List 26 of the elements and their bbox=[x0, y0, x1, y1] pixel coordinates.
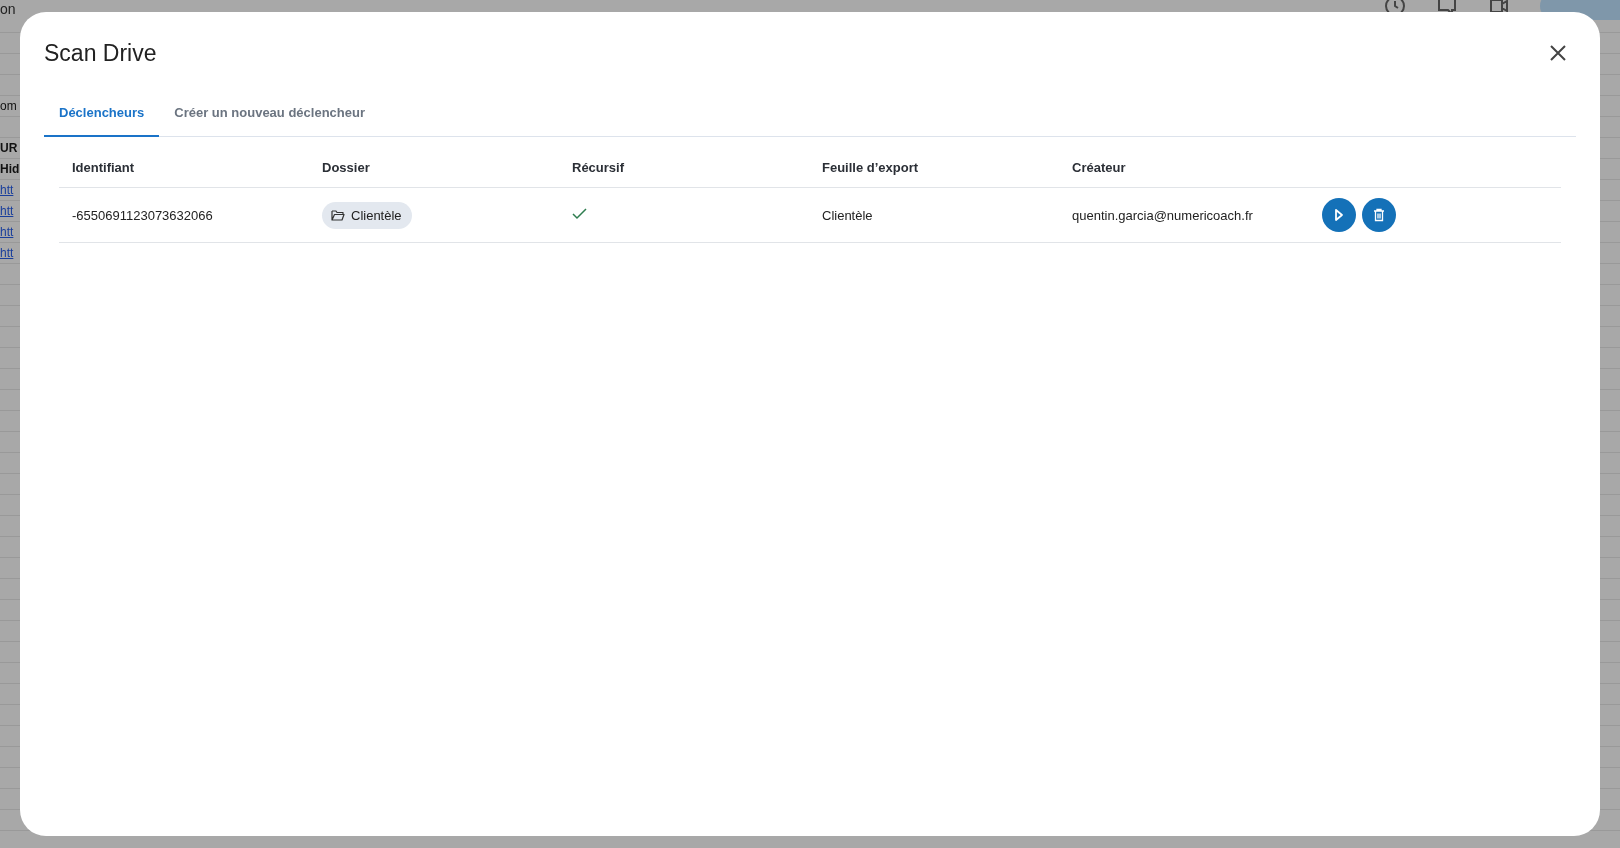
cell-text: UR bbox=[0, 140, 16, 157]
table-cell: Clientèle bbox=[822, 207, 873, 223]
column-header: Créateur bbox=[1059, 145, 1309, 188]
run-button[interactable] bbox=[1322, 198, 1356, 232]
cell-link[interactable]: htt bbox=[0, 243, 16, 264]
table-cell: -6550691123073632066 bbox=[72, 207, 213, 223]
folder-chip[interactable]: Clientèle bbox=[322, 201, 412, 229]
delete-button[interactable] bbox=[1362, 198, 1396, 232]
table-cell: quentin.garcia@numericoach.fr bbox=[1072, 207, 1253, 223]
trash-icon bbox=[1373, 208, 1385, 222]
play-icon bbox=[1334, 208, 1344, 222]
tab[interactable]: Créer un nouveau déclencheur bbox=[159, 92, 380, 137]
cell-link[interactable]: htt bbox=[0, 222, 16, 243]
cell-text: om bbox=[0, 98, 16, 115]
folder-icon bbox=[331, 209, 345, 221]
column-header: Récursif bbox=[559, 145, 809, 188]
tab[interactable]: Déclencheurs bbox=[44, 92, 160, 137]
close-icon bbox=[1550, 45, 1566, 61]
column-header: Identifiant bbox=[59, 145, 309, 188]
folder-name: Clientèle bbox=[351, 207, 402, 223]
column-header: Feuille d’export bbox=[809, 145, 1059, 188]
dialog-title: Scan Drive bbox=[44, 39, 157, 67]
cell-link[interactable]: htt bbox=[0, 201, 16, 222]
column-header: Dossier bbox=[309, 145, 559, 188]
menu-item[interactable]: on bbox=[0, 3, 16, 15]
cell-link[interactable]: htt bbox=[0, 180, 16, 201]
